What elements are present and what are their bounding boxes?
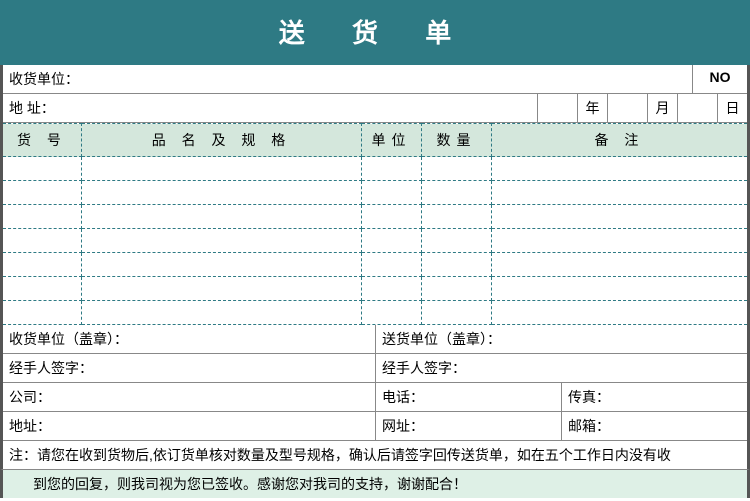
document-title: 送 货 单: [0, 0, 750, 65]
no-label: NO: [692, 65, 747, 94]
month-label: 月: [647, 94, 677, 123]
table-row[interactable]: [2, 277, 749, 301]
col-unit: 单位: [362, 124, 422, 157]
table-row[interactable]: [2, 157, 749, 181]
table-row[interactable]: [2, 301, 749, 325]
year-value[interactable]: [537, 94, 577, 123]
items-table: 货 号 品 名 及 规 格 单位 数量 备 注: [0, 123, 750, 325]
stamp-row: 收货单位（盖章）： 送货单位（盖章）：: [0, 325, 750, 354]
table-row[interactable]: [2, 205, 749, 229]
recipient-label: 收货单位：: [3, 65, 88, 94]
phone-label: 电话：: [382, 387, 432, 407]
email-label: 邮箱：: [568, 416, 618, 436]
recipient-row: 收货单位： NO: [0, 65, 750, 94]
note-line-2: 到您的回复，则我司视为您已签收。感谢您对我司的支持，谢谢配合！: [0, 470, 750, 498]
send-sign: 经手人签字：: [375, 354, 747, 383]
note-line-1: 注：请您在收到货物后,依订货单核对数量及型号规格，确认后请签字回传送货单，如在五…: [0, 441, 750, 470]
day-label: 日: [717, 94, 747, 123]
year-label: 年: [577, 94, 607, 123]
contact-row-2: 地址： 网址： 邮箱：: [0, 412, 750, 441]
col-code: 货 号: [2, 124, 82, 157]
col-remark: 备 注: [492, 124, 749, 157]
fax-label: 传真：: [568, 387, 618, 407]
address-date-row: 地 址： 年 月 日: [0, 94, 750, 123]
web-label: 网址：: [382, 416, 432, 436]
day-value[interactable]: [677, 94, 717, 123]
address-value[interactable]: [88, 94, 537, 123]
month-value[interactable]: [607, 94, 647, 123]
send-stamp: 送货单位（盖章）：: [375, 325, 747, 354]
table-row[interactable]: [2, 181, 749, 205]
col-spec: 品 名 及 规 格: [82, 124, 362, 157]
contact-row-1: 公司： 电话： 传真：: [0, 383, 750, 412]
col-qty: 数量: [422, 124, 492, 157]
sign-row: 经手人签字： 经手人签字：: [0, 354, 750, 383]
table-row[interactable]: [2, 229, 749, 253]
recipient-value[interactable]: [88, 65, 692, 94]
recv-sign: 经手人签字：: [3, 354, 375, 383]
recv-stamp: 收货单位（盖章）：: [3, 325, 375, 354]
table-row[interactable]: [2, 253, 749, 277]
addr-label: 地址：: [9, 416, 59, 436]
company-label: 公司：: [9, 387, 59, 407]
address-label: 地 址：: [3, 94, 88, 123]
